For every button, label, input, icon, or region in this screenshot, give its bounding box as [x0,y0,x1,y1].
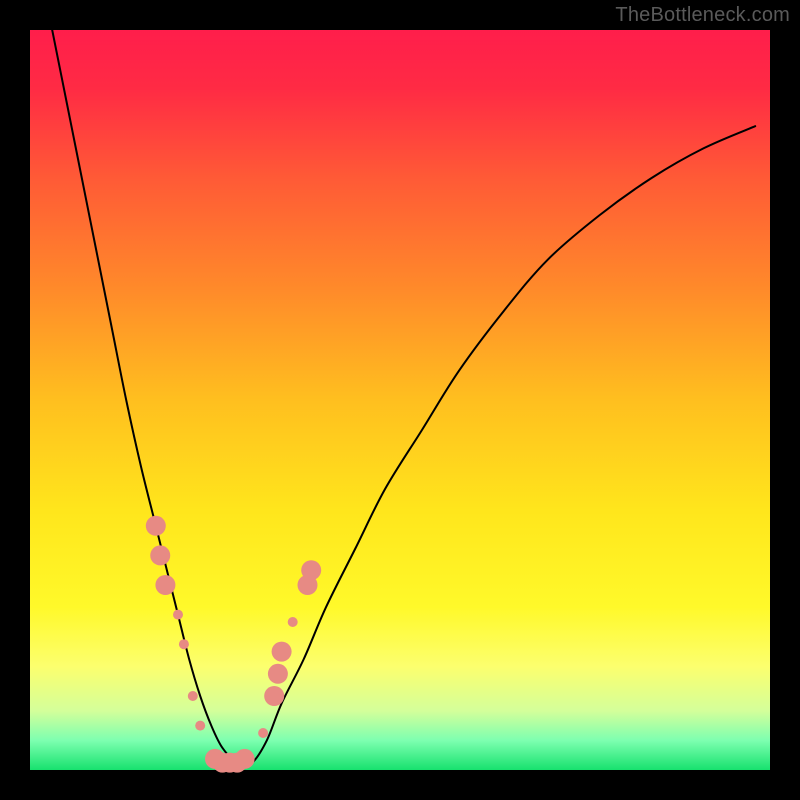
highlight-marker [188,691,198,701]
highlight-marker [150,545,170,565]
highlight-marker [258,728,268,738]
highlight-marker [301,560,321,580]
watermark-text: TheBottleneck.com [615,4,790,27]
chart-stage: TheBottleneck.com [0,0,800,800]
highlight-marker [195,721,205,731]
highlight-marker [288,617,298,627]
highlight-marker [264,686,284,706]
highlight-marker [268,664,288,684]
gradient-background [30,30,770,770]
highlight-marker [179,639,189,649]
highlight-marker [155,575,175,595]
highlight-marker [173,610,183,620]
highlight-marker [272,642,292,662]
highlight-marker [235,749,255,769]
chart-svg [0,0,800,800]
highlight-marker [146,516,166,536]
